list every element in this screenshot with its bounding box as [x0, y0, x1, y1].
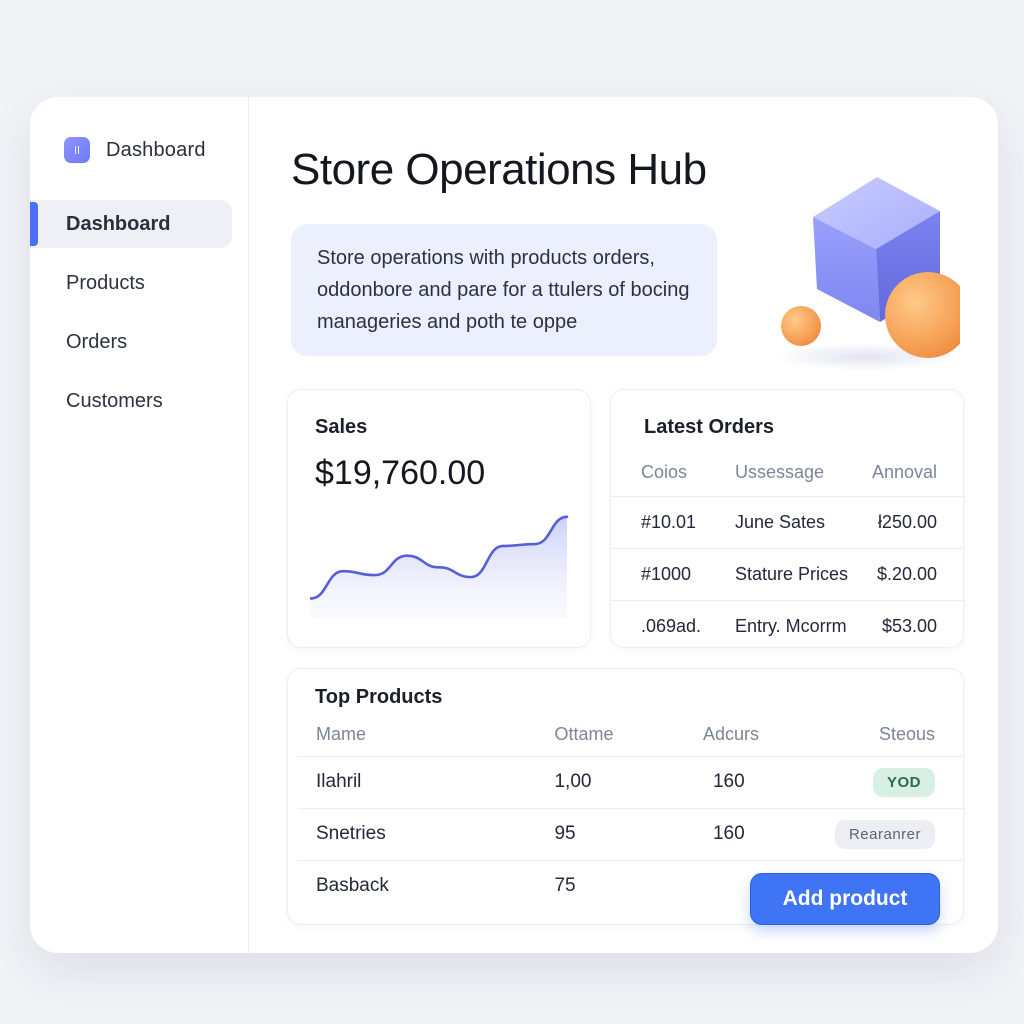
status-badge: YOD	[872, 767, 935, 797]
top-products-title: Top Products	[315, 686, 443, 708]
sales-title: Sales	[315, 416, 368, 438]
add-product-button[interactable]: Add product	[750, 873, 940, 925]
product-name: Ilahril	[298, 755, 555, 808]
order-description: Stature Prices	[731, 547, 863, 600]
column-header[interactable]: Mame	[298, 713, 554, 756]
table-row[interactable]: #10.01 June Sates ł250.00	[611, 495, 963, 548]
page-title: Store Operations Hub	[291, 145, 707, 194]
sales-sparkline	[310, 515, 569, 618]
order-id: #10.01	[611, 495, 731, 548]
product-qty: 1,00	[554, 755, 703, 808]
sidebar-item-products[interactable]: Products	[30, 259, 232, 307]
column-header[interactable]: Adcurs	[703, 713, 835, 756]
table-row[interactable]: .069ad. Entry. Mcorrm $53.00	[611, 599, 963, 647]
table-row[interactable]: Snetries 95 160 Rearanrer	[298, 807, 963, 860]
order-description: June Sates	[731, 495, 863, 548]
status-badge: Rearanrer	[834, 819, 935, 849]
product-name: Basback	[298, 859, 555, 912]
sidebar-item-label: Dashboard	[66, 212, 171, 235]
order-amount: $53.00	[863, 599, 963, 647]
product-adcurs: 160	[702, 807, 835, 860]
column-header[interactable]: Ussessage	[731, 450, 863, 496]
product-adcurs: 160	[702, 755, 835, 808]
column-header[interactable]: Coios	[611, 450, 731, 496]
sidebar-item-orders[interactable]: Orders	[30, 318, 232, 366]
table-header-row: Mame Ottame Adcurs Steous	[298, 713, 963, 756]
sidebar-item-dashboard[interactable]: Dashboard	[30, 200, 232, 248]
order-amount: $.20.00	[863, 547, 963, 600]
column-header[interactable]: Annoval	[863, 450, 963, 496]
sidebar-item-label: Products	[66, 271, 145, 294]
sidebar-nav: Dashboard Products Orders Customers	[30, 200, 249, 436]
column-header[interactable]: Ottame	[554, 713, 703, 756]
table-header-row: Coios Ussessage Annoval	[611, 450, 963, 496]
latest-orders-card: Latest Orders Coios Ussessage Annoval #1…	[610, 389, 964, 648]
sidebar-item-label: Customers	[66, 389, 163, 412]
table-row[interactable]: Ilahril 1,00 160 YOD	[298, 755, 963, 808]
order-description: Entry. Mcorrm	[731, 599, 863, 647]
latest-orders-title: Latest Orders	[644, 416, 775, 438]
order-id: #1000	[611, 547, 731, 600]
table-row[interactable]: #1000 Stature Prices $.20.00	[611, 547, 963, 600]
latest-orders-table: Coios Ussessage Annoval #10.01 June Sate…	[611, 450, 963, 647]
app-window: Dashboard Dashboard Products Orders Cust…	[30, 97, 998, 953]
sales-card: Sales $19,760.00	[287, 389, 591, 648]
brand-logo-icon	[64, 137, 90, 163]
order-id: .069ad.	[611, 599, 731, 647]
product-name: Snetries	[298, 807, 555, 860]
sidebar-item-customers[interactable]: Customers	[30, 377, 232, 425]
cube-and-spheres-illustration	[775, 177, 960, 371]
product-qty: 95	[554, 807, 703, 860]
column-header[interactable]: Steous	[835, 713, 963, 756]
order-amount: ł250.00	[863, 495, 963, 548]
sidebar-item-label: Orders	[66, 330, 128, 353]
brand[interactable]: Dashboard	[64, 137, 206, 163]
sidebar: Dashboard Dashboard Products Orders Cust…	[30, 97, 249, 953]
brand-name: Dashboard	[106, 138, 206, 161]
page-description: Store operations with products orders, o…	[291, 224, 717, 356]
product-qty: 75	[554, 859, 703, 912]
sales-value: $19,760.00	[315, 454, 486, 492]
